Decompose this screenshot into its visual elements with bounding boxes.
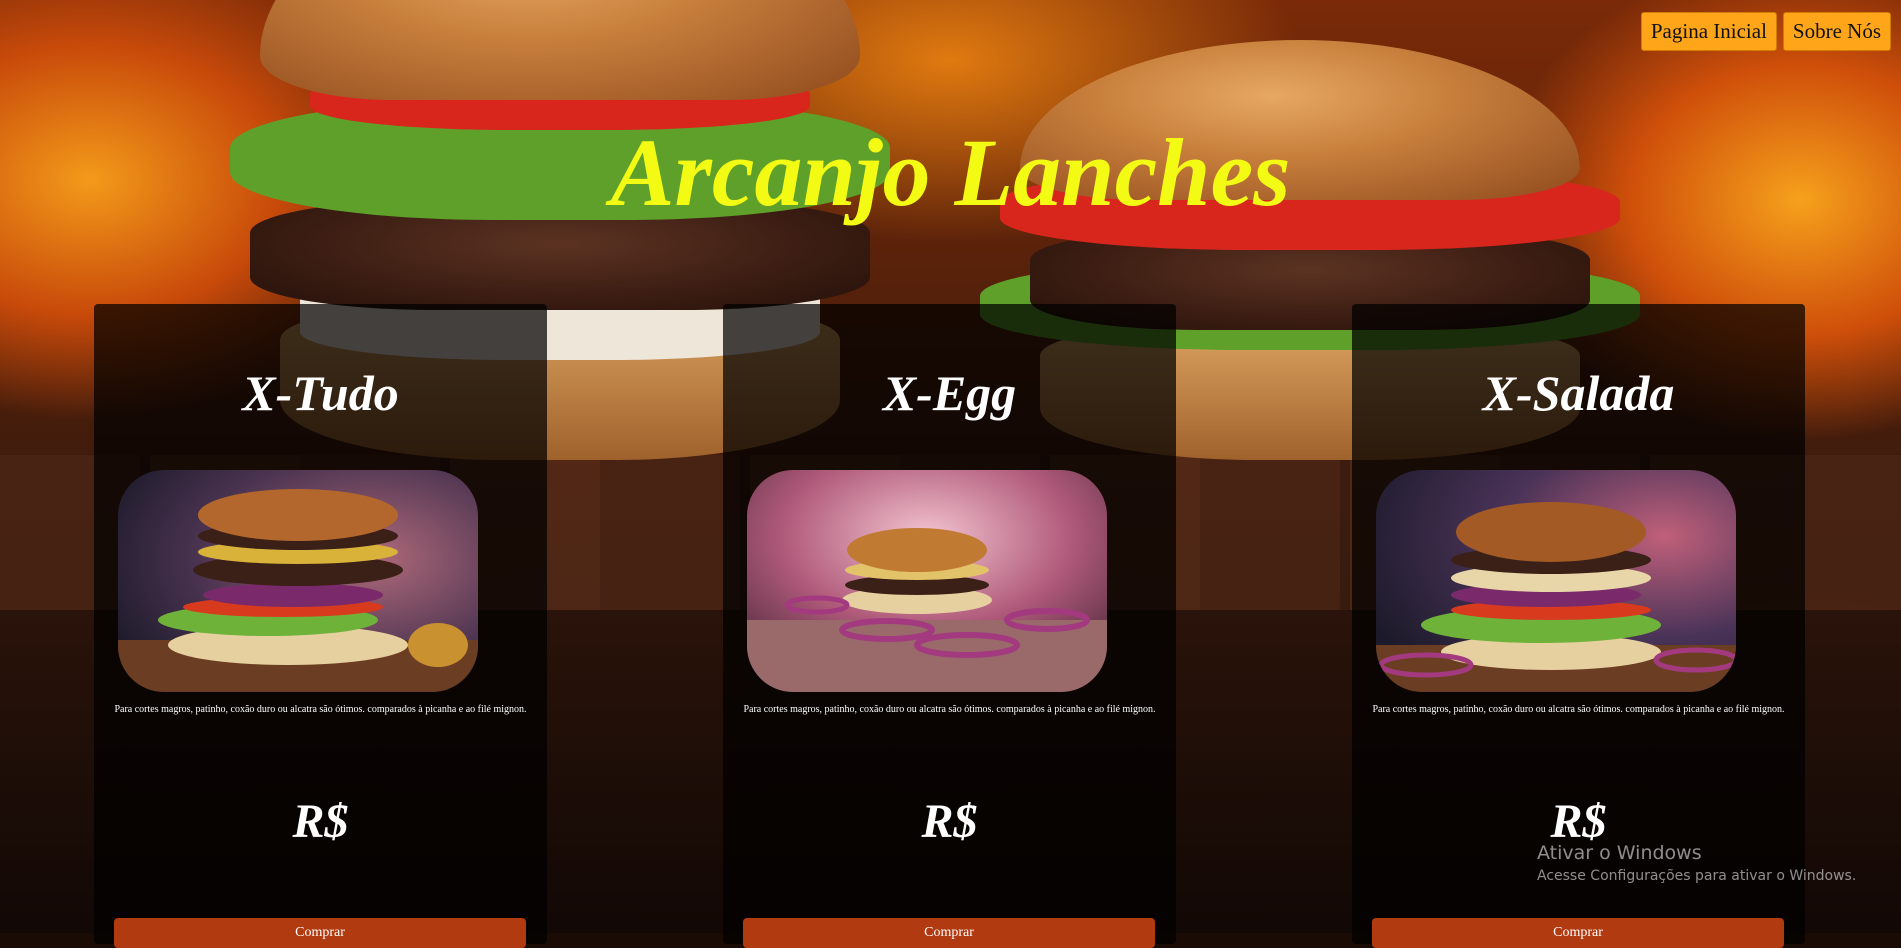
product-card-x-tudo: X-Tudo Para cortes magros, patinho, coxã…: [94, 304, 547, 948]
windows-activation-watermark: Ativar o Windows Acesse Configurações pa…: [1537, 842, 1856, 884]
top-nav: Pagina Inicial Sobre Nós: [1640, 12, 1891, 51]
burger-image: [747, 470, 1107, 692]
nav-about-button[interactable]: Sobre Nós: [1782, 12, 1891, 51]
product-description: Para cortes magros, patinho, coxão duro …: [1372, 704, 1785, 715]
site-title: Arcanjo Lanches: [610, 119, 1291, 226]
product-price: R$: [1550, 795, 1607, 848]
product-description: Para cortes magros, patinho, coxão duro …: [743, 704, 1156, 715]
buy-button[interactable]: Comprar: [114, 918, 526, 948]
product-description: Para cortes magros, patinho, coxão duro …: [114, 704, 527, 715]
product-card-x-egg: X-Egg Para cortes magros, patinho, coxão…: [723, 304, 1176, 948]
product-name: X-Tudo: [242, 365, 399, 421]
watermark-subtitle: Acesse Configurações para ativar o Windo…: [1537, 868, 1857, 884]
product-name: X-Salada: [1482, 365, 1675, 421]
buy-button[interactable]: Comprar: [743, 918, 1155, 948]
product-name: X-Egg: [882, 365, 1017, 421]
product-price: R$: [921, 795, 978, 848]
buy-button[interactable]: Comprar: [1372, 918, 1784, 948]
watermark-title: Ativar o Windows: [1537, 842, 1702, 864]
burger-image: [1376, 470, 1736, 692]
product-price: R$: [292, 795, 349, 848]
burger-image: [118, 470, 478, 692]
nav-home-button[interactable]: Pagina Inicial: [1640, 12, 1777, 51]
